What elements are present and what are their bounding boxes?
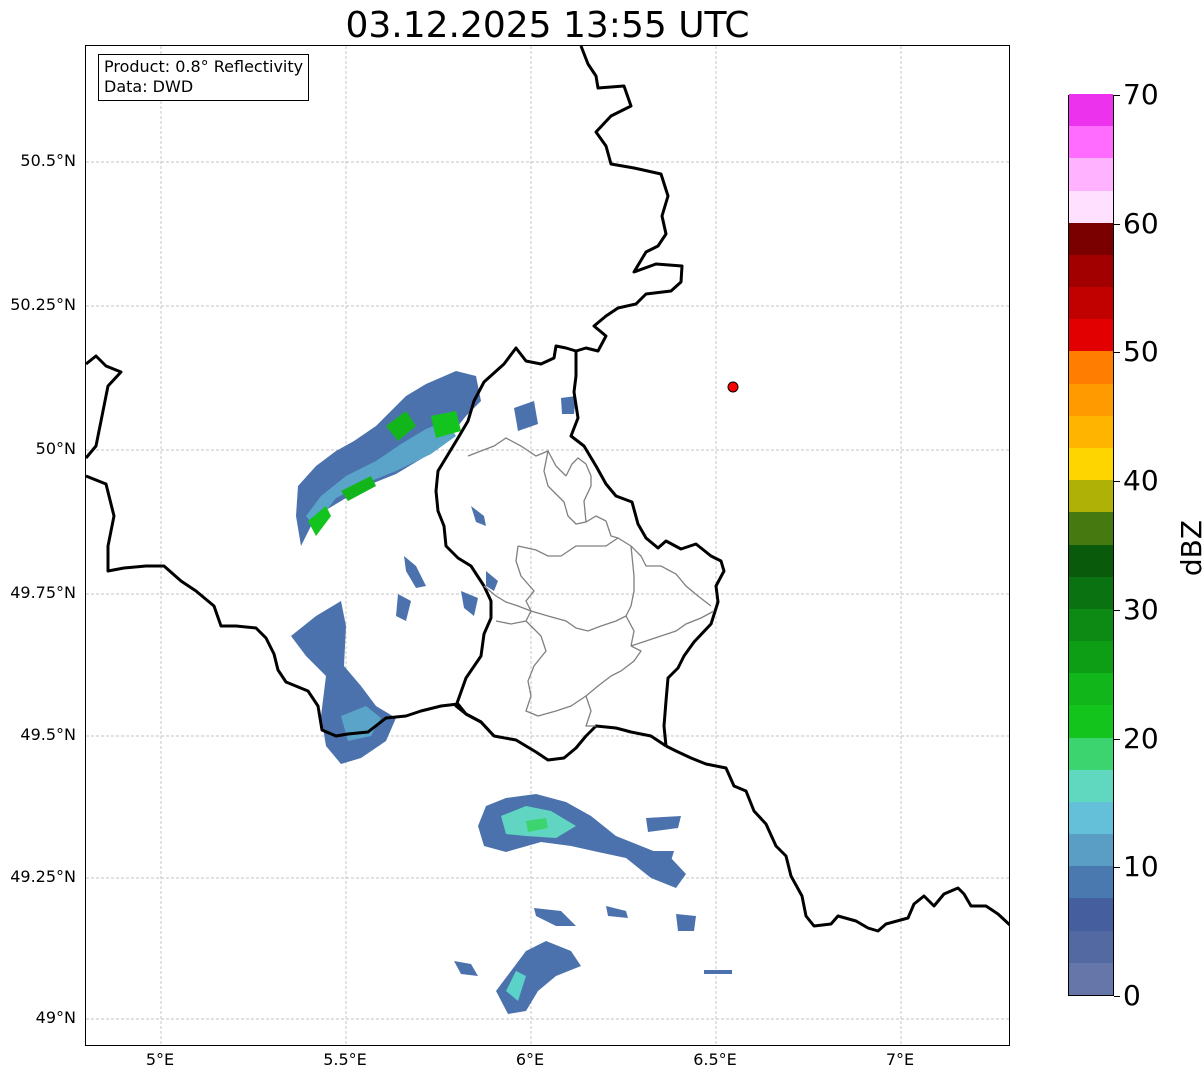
colorbar-tick: [1114, 352, 1120, 354]
map-title: 03.12.2025 13:55 UTC: [345, 5, 750, 46]
radar-map-panel[interactable]: [85, 45, 1010, 1046]
lon-tick-label: 7°E: [885, 1050, 915, 1069]
colorbar-tick-label: 10: [1123, 850, 1159, 884]
radar-echo-cell: [606, 906, 628, 918]
colorbar-tick-label: 0: [1123, 979, 1141, 1012]
border-france-germany: [665, 744, 1009, 933]
colorbar-tick: [1114, 738, 1120, 740]
radar-echo-far-south: [496, 941, 581, 1014]
map-grid: [86, 46, 1009, 1045]
radar-echo-cell: [514, 401, 538, 431]
colorbar-segment: [1069, 962, 1113, 995]
lat-tick-label: 49.25°N: [10, 867, 76, 886]
colorbar-segment: [1069, 640, 1113, 674]
radar-echo-cell: [676, 914, 696, 931]
colorbar-segment: [1069, 833, 1113, 867]
colorbar-segment: [1069, 930, 1113, 963]
colorbar-unit-label: dBZ: [1175, 519, 1202, 577]
colorbar-tick-label: 70: [1123, 78, 1159, 111]
radar-echo-cell: [704, 970, 732, 974]
colorbar-tick-label: 40: [1123, 464, 1159, 498]
province-border: [495, 620, 527, 625]
colorbar-segment: [1069, 286, 1113, 320]
radar-echo-cell: [404, 556, 426, 588]
colorbar-tick: [1114, 223, 1120, 225]
province-border: [517, 537, 632, 557]
colorbar-segment: [1069, 511, 1113, 545]
colorbar-segment: [1069, 737, 1113, 770]
province-border: [630, 545, 712, 607]
colorbar-segment: [1069, 704, 1113, 738]
colorbar-segment: [1069, 897, 1113, 931]
colorbar-segment: [1069, 544, 1113, 577]
colorbar-segment: [1069, 479, 1113, 513]
lon-tick-label: 6.5°E: [693, 1050, 737, 1069]
colorbar-segment: [1069, 415, 1113, 448]
colorbar-segment: [1069, 865, 1113, 899]
border-belgium-germany: [86, 354, 123, 459]
lat-tick-label: 49.5°N: [20, 725, 76, 744]
colorbar-segment: [1069, 157, 1113, 191]
product-info-box: Product: 0.8° Reflectivity Data: DWD: [98, 54, 310, 101]
lat-tick-label: 50°N: [35, 439, 76, 458]
colorbar-segment: [1069, 190, 1113, 223]
product-label: Product: 0.8° Reflectivity: [104, 57, 304, 76]
lon-tick-label: 5.5°E: [323, 1050, 367, 1069]
data-source-label: Data: DWD: [104, 77, 194, 96]
radar-echo-cell: [486, 571, 498, 591]
colorbar-tick: [1114, 609, 1120, 611]
colorbar-segment: [1069, 125, 1113, 159]
lon-tick-label: 5°E: [145, 1050, 175, 1069]
province-border: [610, 645, 642, 677]
colorbar-tick: [1114, 996, 1120, 997]
colorbar-segment: [1069, 254, 1113, 288]
radar-echo-cell: [396, 594, 411, 621]
province-border: [525, 620, 547, 717]
colorbar-segment: [1069, 93, 1113, 127]
lon-tick-label: 6°E: [515, 1050, 545, 1069]
colorbar-segment: [1069, 769, 1113, 802]
lat-tick-label: 50.5°N: [20, 151, 76, 170]
province-border: [625, 545, 635, 617]
colorbar-segment: [1069, 318, 1113, 352]
border-belgium-france: [86, 474, 496, 738]
location-marker: [727, 381, 739, 393]
radar-echo-cell: [454, 961, 478, 976]
colorbar-tick: [1114, 481, 1120, 483]
province-border: [565, 457, 592, 523]
province-borders: [467, 437, 715, 727]
colorbar-segment: [1069, 801, 1113, 835]
lat-tick-label: 49.75°N: [10, 583, 76, 602]
radar-map: [86, 46, 1009, 1045]
colorbar-segment: [1069, 222, 1113, 255]
colorbar-segment: [1069, 608, 1113, 642]
colorbar: [1068, 93, 1114, 996]
lat-tick-label: 50.25°N: [10, 295, 76, 314]
radar-echo-cell: [534, 908, 576, 926]
radar-echo-cell: [471, 506, 486, 526]
colorbar-tick-label: 60: [1123, 206, 1159, 240]
province-border: [585, 695, 596, 727]
colorbar-tick-label: 50: [1123, 335, 1159, 369]
province-border: [537, 675, 612, 717]
colorbar-segment: [1069, 576, 1113, 609]
colorbar-segment: [1069, 672, 1113, 706]
radar-echo-southwest: [291, 601, 396, 764]
radar-echo-cell: [646, 816, 681, 832]
colorbar-tick-label: 20: [1123, 721, 1159, 755]
province-border: [630, 610, 715, 647]
lat-tick-label: 49°N: [35, 1008, 76, 1027]
province-border: [605, 520, 619, 539]
colorbar-tick: [1114, 95, 1120, 96]
radar-echo-cell: [461, 591, 478, 616]
colorbar-tick: [1114, 867, 1120, 869]
colorbar-segment: [1069, 350, 1113, 384]
colorbar-segment: [1069, 383, 1113, 416]
colorbar-segment: [1069, 447, 1113, 481]
province-border: [467, 437, 567, 477]
radar-echo-south: [478, 794, 686, 888]
colorbar-tick-label: 30: [1123, 592, 1159, 626]
radar-echo-cell: [651, 851, 674, 861]
province-border: [530, 610, 635, 647]
